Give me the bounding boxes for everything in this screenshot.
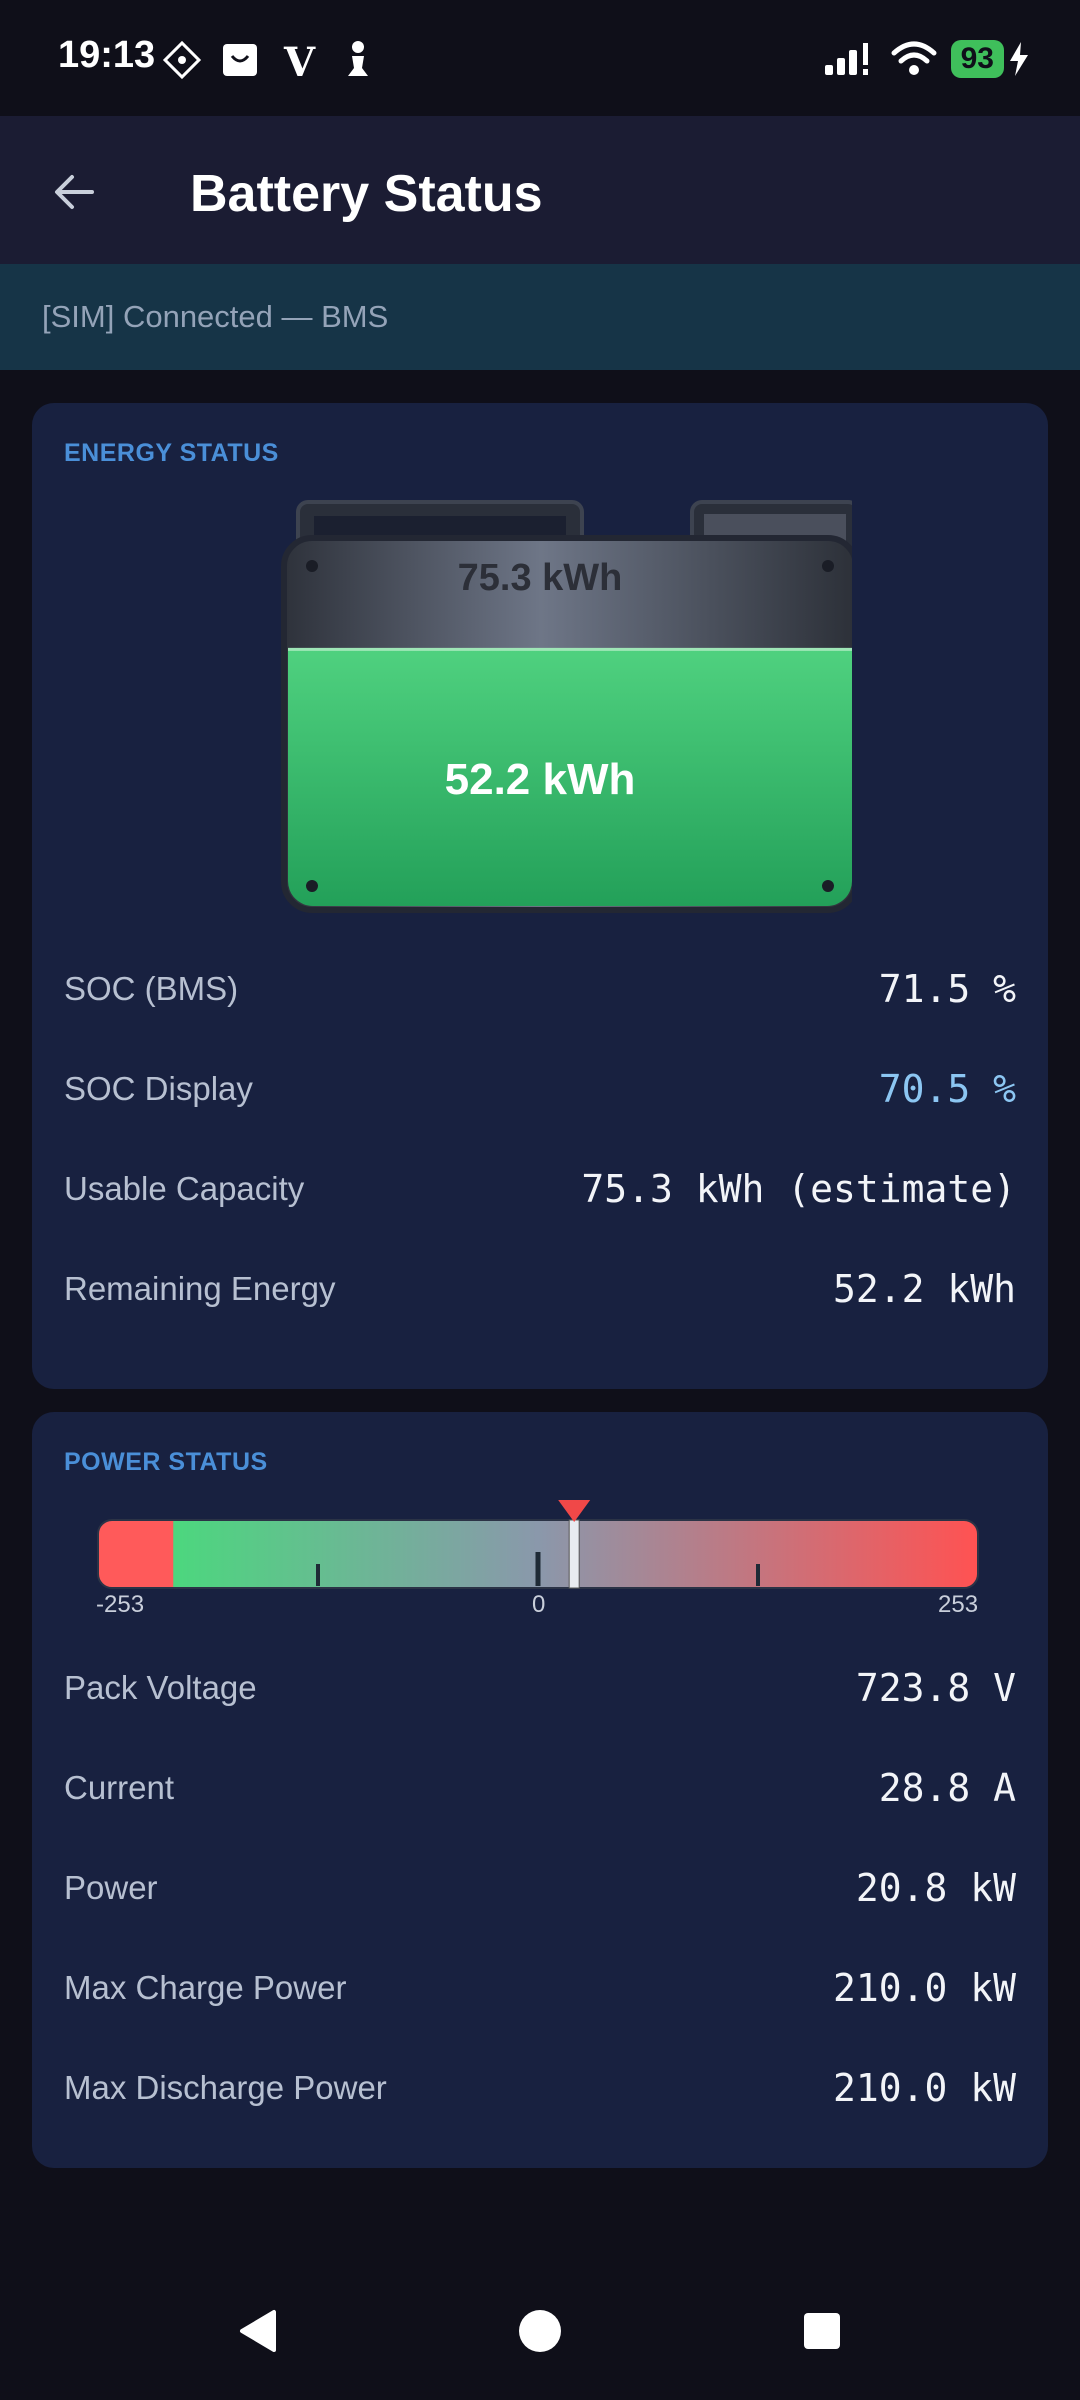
nav-recents-icon: [804, 2313, 840, 2349]
row-label: Remaining Energy: [64, 1270, 336, 1307]
power-gauge: [97, 1500, 979, 1589]
nav-back-button[interactable]: [224, 2296, 294, 2366]
row-label: Usable Capacity: [64, 1170, 305, 1207]
battery-capacity-label: 75.3 kWh: [457, 557, 623, 599]
energy-status-card: ENERGY STATUS 75.3 kWh 52.2 kWh SOC (BMS…: [32, 403, 1048, 1389]
gauge-max-label: 253: [938, 1591, 979, 1618]
power-row: Power 20.8 kW: [64, 1858, 1016, 1918]
signal-icon: [824, 43, 868, 75]
nav-home-button[interactable]: [505, 2296, 575, 2366]
connection-status-text: [SIM] Connected — BMS: [42, 299, 389, 334]
current-row: Current 28.8 A: [64, 1758, 1016, 1818]
row-value: 210.0 kW: [832, 1966, 1016, 2010]
remaining-energy-row: Remaining Energy 52.2 kWh: [64, 1259, 1016, 1319]
status-bar: 19:13 V 93: [0, 0, 1080, 116]
battery-screw: [822, 880, 834, 892]
app-bar: Battery Status: [0, 116, 1080, 264]
row-value: 210.0 kW: [832, 2066, 1016, 2110]
row-label: SOC (BMS): [64, 970, 239, 1007]
chess-icon: [348, 41, 368, 76]
nav-home-icon: [519, 2310, 561, 2352]
row-value: 70.5 %: [878, 1067, 1016, 1111]
shopping-bag-icon: [223, 44, 257, 76]
power-section-title: POWER STATUS: [64, 1448, 268, 1476]
row-label: Power: [64, 1869, 158, 1906]
battery-remaining-label: 52.2 kWh: [444, 755, 636, 804]
page-title: Battery Status: [190, 165, 543, 223]
row-value: 20.8 kW: [855, 1866, 1016, 1910]
notification-icon: [162, 40, 202, 80]
gauge-zero-label: 0: [532, 1591, 546, 1618]
row-value: 71.5 %: [878, 967, 1016, 1011]
row-value: 28.8 A: [878, 1766, 1016, 1810]
gauge-min-label: -253: [96, 1591, 145, 1618]
soc-bms-row: SOC (BMS) 71.5 %: [64, 959, 1016, 1019]
connection-banner: [SIM] Connected — BMS: [0, 264, 1080, 370]
row-label: Max Charge Power: [64, 1969, 347, 2006]
system-nav-bar: [0, 2262, 1080, 2400]
svg-text:V: V: [283, 39, 316, 82]
row-value: 52.2 kWh: [832, 1267, 1016, 1311]
pack-voltage-row: Pack Voltage 723.8 V: [64, 1658, 1016, 1718]
row-label: Pack Voltage: [64, 1669, 257, 1706]
soc-display-row: SOC Display 70.5 %: [64, 1059, 1016, 1119]
max-discharge-power-row: Max Discharge Power 210.0 kW: [64, 2058, 1016, 2118]
nav-back-icon: [240, 2310, 276, 2352]
arrow-left-icon: [55, 175, 94, 209]
charging-bolt-icon: [1010, 42, 1028, 76]
energy-section-title: ENERGY STATUS: [64, 439, 279, 467]
row-label: SOC Display: [64, 1070, 253, 1107]
row-label: Max Discharge Power: [64, 2069, 387, 2106]
v-app-icon: V: [283, 39, 316, 82]
power-status-card: POWER STATUS -253 0 253 Pack Voltage 723…: [32, 1412, 1048, 2168]
wifi-icon: [891, 41, 937, 75]
battery-screw: [306, 880, 318, 892]
usable-capacity-row: Usable Capacity 75.3 kWh (estimate): [64, 1159, 1016, 1219]
back-button[interactable]: [36, 154, 112, 230]
status-time: 19:13: [58, 34, 156, 76]
row-value: 75.3 kWh (estimate): [581, 1167, 1016, 1211]
nav-recents-button[interactable]: [787, 2296, 857, 2366]
row-value: 723.8 V: [855, 1666, 1016, 1710]
battery-icon: 93: [950, 40, 1004, 78]
max-charge-power-row: Max Charge Power 210.0 kW: [64, 1958, 1016, 2018]
row-label: Current: [64, 1769, 175, 1806]
